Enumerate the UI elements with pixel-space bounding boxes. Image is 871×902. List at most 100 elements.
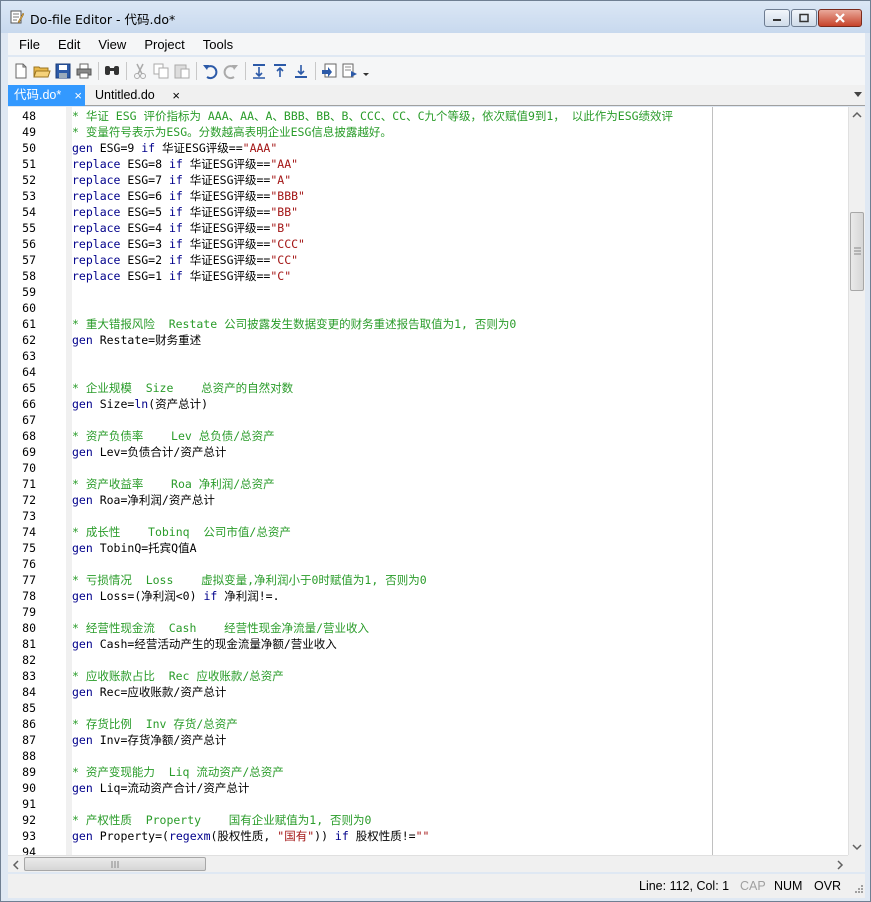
horizontal-scrollbar[interactable] (8, 855, 848, 872)
bookmark-icon (322, 63, 337, 78)
code-line[interactable]: 59 (8, 284, 848, 300)
code-line[interactable]: 80 * 经营性现金流 Cash 经营性现金净流量/营业收入 (8, 620, 848, 636)
code-line[interactable]: 93 gen Property=(regexm(股权性质, "国有")) if 股… (8, 828, 848, 844)
copy-button[interactable] (152, 62, 170, 80)
indent-button[interactable] (250, 62, 268, 80)
close-button[interactable] (818, 9, 862, 27)
line-number: 87 (22, 733, 36, 747)
code-text: * 华证 ESG 评价指标为 AAA、AA、A、BBB、BB、B、CCC、CC、… (72, 108, 673, 124)
code-line[interactable]: 81 gen Cash=经营活动产生的现金流量净额/营业收入 (8, 636, 848, 652)
code-line[interactable]: 91 (8, 796, 848, 812)
code-line[interactable]: 63 (8, 348, 848, 364)
code-line[interactable]: 71 * 资产收益率 Roa 净利润/总资产 (8, 476, 848, 492)
scrollbar-corner (848, 855, 865, 872)
code-line[interactable]: 88 (8, 748, 848, 764)
code-token: ESG=2 (120, 253, 169, 267)
open-button[interactable] (33, 62, 51, 80)
vertical-scrollbar[interactable] (848, 107, 865, 855)
print-button[interactable] (75, 62, 93, 80)
tab-list-dropdown-icon[interactable] (854, 92, 862, 97)
code-line[interactable]: 61 * 重大错报风险 Restate 公司披露发生数据变更的财务重述报告取值为1… (8, 316, 848, 332)
horizontal-scroll-thumb[interactable] (24, 857, 206, 871)
code-line[interactable]: 62 gen Restate=财务重述 (8, 332, 848, 348)
code-line[interactable]: 68 * 资产负债率 Lev 总负债/总资产 (8, 428, 848, 444)
scroll-up-arrow-icon[interactable] (852, 111, 862, 119)
code-line[interactable]: 54 replace ESG=5 if 华证ESG评级=="BB" (8, 204, 848, 220)
code-line[interactable]: 60 (8, 300, 848, 316)
code-line[interactable]: 74 * 成长性 Tobinq 公司市值/总资产 (8, 524, 848, 540)
menu-file[interactable]: File (8, 37, 47, 52)
menu-tools[interactable]: Tools (192, 37, 240, 52)
redo-icon (223, 65, 238, 80)
code-line[interactable]: 49 * 变量符号表示为ESG。分数越高表明企业ESG信息披露越好。 (8, 124, 848, 140)
code-line[interactable]: 51 replace ESG=8 if 华证ESG评级=="AA" (8, 156, 848, 172)
minimize-button[interactable] (764, 9, 790, 27)
code-line[interactable]: 69 gen Lev=负债合计/资产总计 (8, 444, 848, 460)
scroll-left-arrow-icon[interactable] (12, 860, 20, 870)
scroll-down-arrow-icon[interactable] (852, 843, 862, 851)
shift-down-button[interactable] (292, 62, 310, 80)
find-button[interactable] (103, 62, 121, 80)
code-line[interactable]: 89 * 资产变现能力 Liq 流动资产/总资产 (8, 764, 848, 780)
code-line[interactable]: 85 (8, 700, 848, 716)
shift-up-button[interactable] (271, 62, 289, 80)
code-text: * 资产负债率 Lev 总负债/总资产 (72, 428, 275, 444)
code-line[interactable]: 52 replace ESG=7 if 华证ESG评级=="A" (8, 172, 848, 188)
tab-untitled-do[interactable]: Untitled.do × (89, 85, 183, 106)
code-line[interactable]: 87 gen Inv=存货净额/资产总计 (8, 732, 848, 748)
code-line[interactable]: 82 (8, 652, 848, 668)
code-line[interactable]: 90 gen Liq=流动资产合计/资产总计 (8, 780, 848, 796)
undo-button[interactable] (201, 62, 219, 80)
code-line[interactable]: 73 (8, 508, 848, 524)
line-number: 89 (22, 765, 36, 779)
code-line[interactable]: 79 (8, 604, 848, 620)
code-token: gen (72, 397, 93, 411)
redo-button[interactable] (222, 62, 240, 80)
title-bar[interactable]: Do-file Editor - 代码.do* (1, 1, 870, 33)
code-line[interactable]: 76 (8, 556, 848, 572)
code-text: * 成长性 Tobinq 公司市值/总资产 (72, 524, 291, 540)
cut-button[interactable] (131, 62, 149, 80)
menu-view[interactable]: View (87, 37, 133, 52)
save-button[interactable] (54, 62, 72, 80)
code-editor[interactable]: 48 * 华证 ESG 评价指标为 AAA、AA、A、BBB、BB、B、CCC、C… (8, 107, 848, 855)
vertical-scroll-thumb[interactable] (850, 212, 864, 291)
execute-button[interactable] (341, 62, 359, 80)
execute-icon (342, 63, 357, 78)
execute-dropdown-button[interactable] (362, 62, 370, 80)
code-line[interactable]: 50 gen ESG=9 if 华证ESG评级=="AAA" (8, 140, 848, 156)
code-line[interactable]: 86 * 存货比例 Inv 存货/总资产 (8, 716, 848, 732)
code-line[interactable]: 53 replace ESG=6 if 华证ESG评级=="BBB" (8, 188, 848, 204)
code-line[interactable]: 66 gen Size=ln(资产总计) (8, 396, 848, 412)
code-line[interactable]: 64 (8, 364, 848, 380)
tab-close-icon[interactable]: × (172, 85, 180, 106)
code-line[interactable]: 58 replace ESG=1 if 华证ESG评级=="C" (8, 268, 848, 284)
code-line[interactable]: 67 (8, 412, 848, 428)
code-text: * 亏损情况 Loss 虚拟变量,净利润小于0时赋值为1, 否则为0 (72, 572, 427, 588)
code-line[interactable]: 55 replace ESG=4 if 华证ESG评级=="B" (8, 220, 848, 236)
code-line[interactable]: 48 * 华证 ESG 评价指标为 AAA、AA、A、BBB、BB、B、CCC、C… (8, 108, 848, 124)
maximize-button[interactable] (791, 9, 817, 27)
code-line[interactable]: 83 * 应收账款占比 Rec 应收账款/总资产 (8, 668, 848, 684)
code-line[interactable]: 92 * 产权性质 Property 国有企业赋值为1, 否则为0 (8, 812, 848, 828)
code-line[interactable]: 70 (8, 460, 848, 476)
new-file-button[interactable] (12, 62, 30, 80)
menu-edit[interactable]: Edit (47, 37, 87, 52)
code-line[interactable]: 57 replace ESG=2 if 华证ESG评级=="CC" (8, 252, 848, 268)
paste-button[interactable] (173, 62, 191, 80)
code-token: gen (72, 589, 93, 603)
menu-project[interactable]: Project (133, 37, 191, 52)
tab-close-icon[interactable]: × (74, 85, 82, 106)
tab-daima-do[interactable]: 代码.do* × (8, 85, 85, 106)
bookmark-button[interactable] (320, 62, 338, 80)
code-line[interactable]: 78 gen Loss=(净利润<0) if 净利润!=. (8, 588, 848, 604)
code-line[interactable]: 77 * 亏损情况 Loss 虚拟变量,净利润小于0时赋值为1, 否则为0 (8, 572, 848, 588)
code-line[interactable]: 65 * 企业规模 Size 总资产的自然对数 (8, 380, 848, 396)
code-line[interactable]: 84 gen Rec=应收账款/资产总计 (8, 684, 848, 700)
scroll-right-arrow-icon[interactable] (836, 860, 844, 870)
code-line[interactable]: 72 gen Roa=净利润/资产总计 (8, 492, 848, 508)
code-line[interactable]: 75 gen TobinQ=托宾Q值A (8, 540, 848, 556)
code-line[interactable]: 94 (8, 844, 848, 855)
resize-grip-icon[interactable] (853, 885, 863, 895)
code-line[interactable]: 56 replace ESG=3 if 华证ESG评级=="CCC" (8, 236, 848, 252)
